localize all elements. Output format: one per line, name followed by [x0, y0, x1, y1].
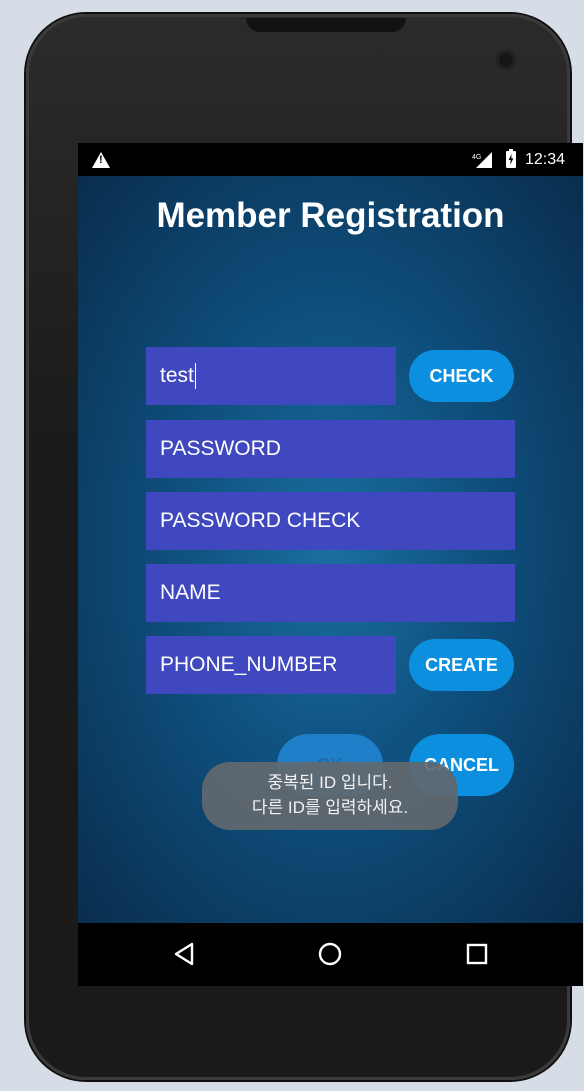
name-placeholder: NAME	[160, 581, 221, 604]
signal-icon: 4G	[472, 152, 492, 168]
password-check-placeholder: PASSWORD CHECK	[160, 509, 361, 532]
status-time: 12:34	[525, 151, 566, 168]
password-check-input[interactable]: PASSWORD CHECK	[146, 492, 515, 550]
front-camera	[496, 50, 516, 70]
id-input-value: test	[160, 364, 194, 387]
screen: 4G 12:34 Member Registration test CHECK …	[78, 143, 583, 986]
battery-icon	[506, 149, 516, 168]
password-input[interactable]: PASSWORD	[146, 420, 515, 478]
toast-line-1: 중복된 ID 입니다.	[267, 773, 393, 792]
phone-frame: 4G 12:34 Member Registration test CHECK …	[26, 14, 583, 1080]
home-icon[interactable]	[315, 939, 345, 969]
id-input[interactable]: test	[146, 347, 396, 405]
password-placeholder: PASSWORD	[160, 437, 281, 460]
registration-screen: Member Registration test CHECK PASSWORD …	[78, 176, 583, 923]
name-input[interactable]: NAME	[146, 564, 515, 622]
network-type-label: 4G	[472, 154, 481, 161]
back-icon[interactable]	[170, 939, 200, 969]
page-title: Member Registration	[156, 196, 505, 235]
phone-number-placeholder: PHONE_NUMBER	[160, 653, 338, 676]
toast-message: 중복된 ID 입니다. 다른 ID를 입력하세요.	[202, 762, 458, 830]
status-bar: 4G 12:34	[78, 143, 583, 176]
text-cursor	[194, 363, 196, 390]
create-button[interactable]: CREATE	[409, 639, 514, 691]
check-button[interactable]: CHECK	[409, 350, 514, 402]
warning-icon	[92, 152, 110, 168]
recents-icon[interactable]	[462, 939, 492, 969]
phone-number-input[interactable]: PHONE_NUMBER	[146, 636, 396, 694]
navigation-bar	[78, 923, 583, 986]
toast-line-2: 다른 ID를 입력하세요.	[251, 798, 409, 817]
earpiece-speaker	[246, 18, 406, 32]
